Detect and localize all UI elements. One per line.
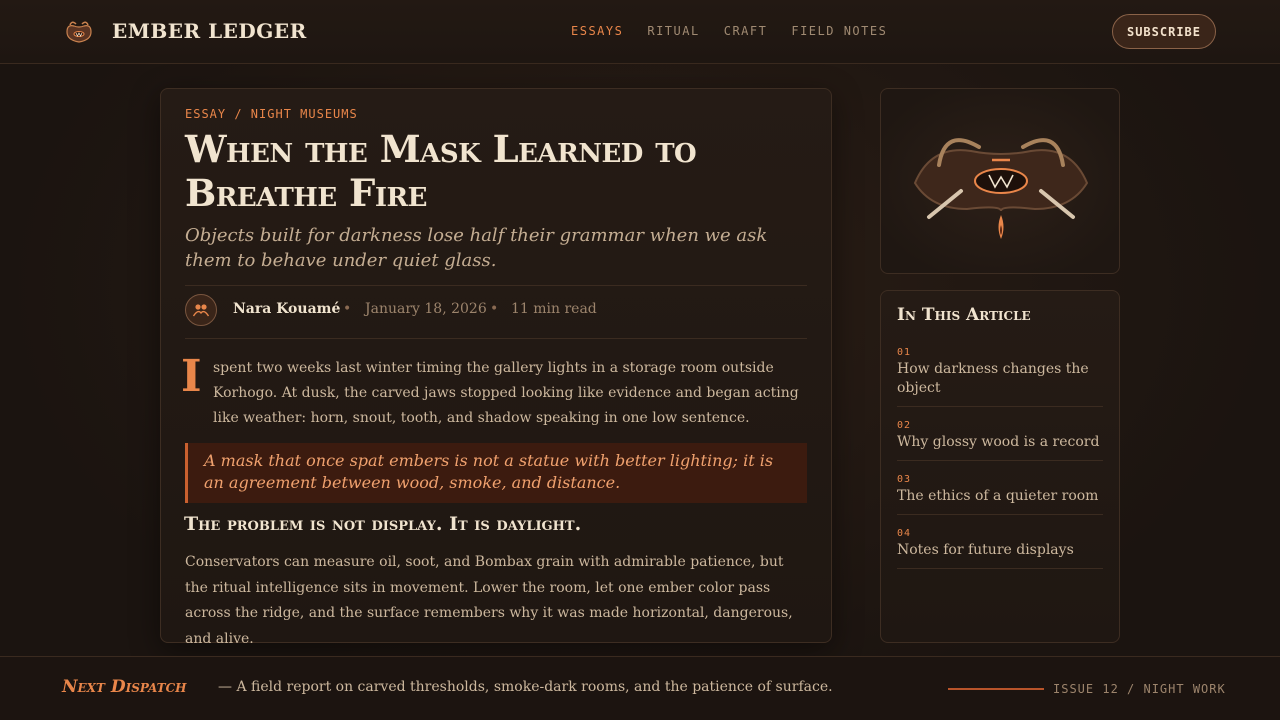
footer-bar: Next Dispatch — A field report on carved… — [0, 656, 1280, 720]
body-paragraph: Conservators can measure oil, soot, and … — [185, 554, 793, 647]
toc-item[interactable]: 04 Notes for future displays — [897, 528, 1103, 569]
pull-quote: A mask that once spat embers is not a st… — [185, 443, 807, 503]
next-dispatch-text: — A field report on carved thresholds, s… — [218, 679, 833, 695]
toc-number: 04 — [897, 528, 912, 539]
toc-number: 03 — [897, 474, 912, 485]
toc-item[interactable]: 01 How darkness changes the object — [897, 347, 1103, 407]
read-time: 11 min read — [511, 301, 597, 317]
article-kicker[interactable]: ESSAY / NIGHT MUSEUMS — [185, 107, 358, 121]
meta-divider-bottom — [185, 338, 807, 339]
drop-cap: I — [181, 351, 202, 402]
publish-date: January 18, 2026 — [365, 301, 487, 317]
nav-essays[interactable]: ESSAYS — [571, 24, 623, 38]
toc-item[interactable]: 02 Why glossy wood is a record — [897, 420, 1103, 461]
avatar[interactable] — [185, 294, 217, 326]
illustration-card — [880, 88, 1120, 274]
meta-separator: • — [490, 301, 499, 317]
toc-number: 02 — [897, 420, 912, 431]
toc-list: 01 How darkness changes the object 02 Wh… — [897, 347, 1103, 582]
issue-label: ISSUE 12 / NIGHT WORK — [1053, 682, 1226, 696]
toc-number: 01 — [897, 347, 912, 358]
nav-ritual[interactable]: RITUAL — [647, 24, 699, 38]
author-name[interactable]: Nara Kouamé — [233, 301, 340, 317]
article-subtitle: Objects built for darkness lose half the… — [185, 225, 768, 271]
toc-label: Notes for future displays — [897, 542, 1074, 558]
main-nav: ESSAYS RITUAL CRAFT FIELD NOTES — [571, 24, 887, 38]
site-header: EMBER LEDGER ESSAYS RITUAL CRAFT FIELD N… — [0, 0, 1280, 64]
article-card: ESSAY / NIGHT MUSEUMS When the Mask Lear… — [160, 88, 832, 647]
section-heading: The problem is not display. It is daylig… — [184, 513, 582, 535]
footer-divider — [948, 688, 1044, 690]
nav-craft[interactable]: CRAFT — [724, 24, 768, 38]
toc-label: The ethics of a quieter room — [897, 488, 1099, 504]
toc-title: In This Article — [897, 305, 1031, 325]
brand-name[interactable]: EMBER LEDGER — [112, 19, 307, 43]
intro-paragraph: spent two weeks last winter timing the g… — [213, 360, 799, 426]
meta-divider-top — [185, 285, 807, 286]
subscribe-button[interactable]: SUBSCRIBE — [1112, 14, 1216, 49]
toc-label: Why glossy wood is a record — [897, 434, 1100, 450]
fire-mask-icon — [913, 138, 1089, 239]
table-of-contents: In This Article 01 How darkness changes … — [880, 290, 1120, 643]
mask-icon[interactable] — [64, 18, 94, 46]
nav-field-notes[interactable]: FIELD NOTES — [791, 24, 887, 38]
people-icon — [192, 304, 210, 317]
next-dispatch-label[interactable]: Next Dispatch — [62, 677, 187, 697]
toc-item[interactable]: 03 The ethics of a quieter room — [897, 474, 1103, 515]
toc-label: How darkness changes the object — [897, 361, 1089, 396]
meta-separator: • — [343, 301, 352, 317]
article-title: When the Mask Learned to Breathe Fire — [185, 127, 697, 215]
